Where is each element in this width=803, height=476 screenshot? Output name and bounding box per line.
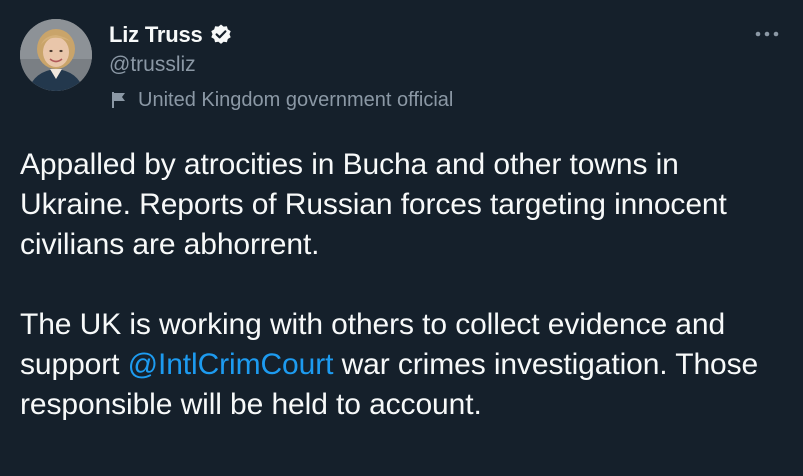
tweet-paragraph-1: Appalled by atrocities in Bucha and othe… xyxy=(20,148,727,261)
affiliation-label-text: United Kingdom government official xyxy=(138,88,454,111)
affiliation-label: United Kingdom government official xyxy=(109,86,453,114)
flag-icon xyxy=(109,90,129,110)
more-options-button[interactable] xyxy=(753,24,781,44)
author-handle[interactable]: @trussliz xyxy=(109,53,196,77)
avatar[interactable] xyxy=(20,19,92,91)
mention-link[interactable]: @IntlCrimCourt xyxy=(128,348,334,381)
tweet-paragraph-2: The UK is working with others to collect… xyxy=(20,305,795,425)
author-display-name[interactable]: Liz Truss xyxy=(109,22,203,48)
more-horizontal-icon xyxy=(755,31,779,37)
profile-photo-icon xyxy=(20,19,92,91)
tweet-card: Liz Truss @trussliz United Kingdom gover… xyxy=(0,0,803,476)
verified-badge-icon xyxy=(209,23,233,47)
tweet-text: Appalled by atrocities in Bucha and othe… xyxy=(20,145,795,425)
author-name-row: Liz Truss xyxy=(109,20,233,50)
